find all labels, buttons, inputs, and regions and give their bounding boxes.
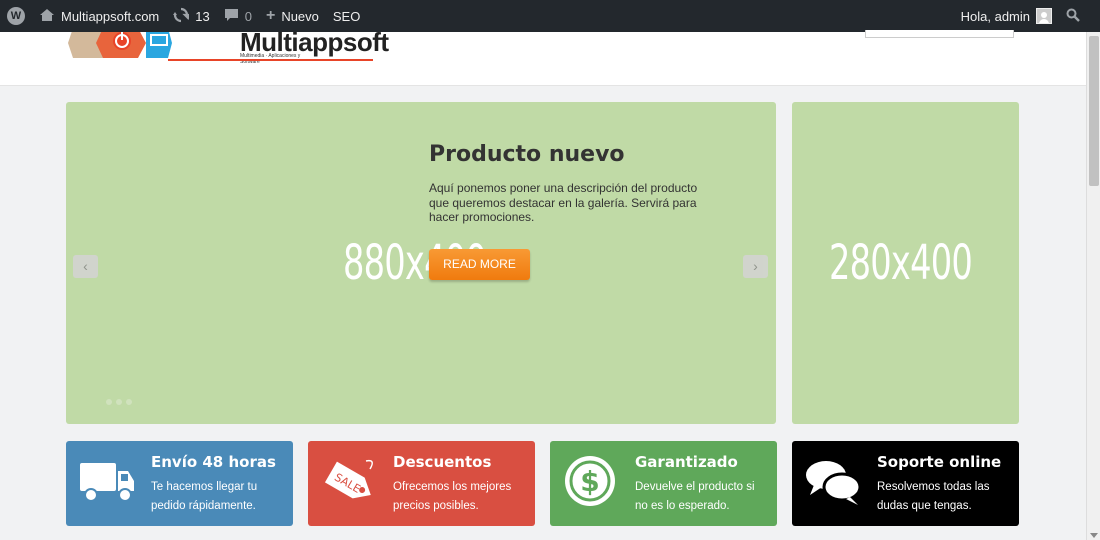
admin-search-button[interactable] <box>1059 0 1100 32</box>
truck-icon <box>78 455 138 511</box>
side-banner[interactable]: 280x400 <box>792 102 1019 424</box>
feature-shipping[interactable]: Envío 48 horas Te hacemos llegar tu pedi… <box>66 441 293 526</box>
slide-title: Producto nuevo <box>429 142 625 167</box>
plus-icon: + <box>265 7 276 24</box>
wordpress-logo-icon <box>7 7 25 25</box>
avatar <box>1036 8 1052 24</box>
feature-text: Te hacemos llegar tu pedido rápidamente. <box>151 481 258 512</box>
seo-label: SEO <box>332 8 361 24</box>
site-name-label: Multiappsoft.com <box>61 8 160 24</box>
updates-count: 13 <box>195 8 210 24</box>
site-logo[interactable]: Multiappsoft Multimedia · Aplicaciones y… <box>68 27 389 65</box>
home-icon <box>39 8 55 25</box>
greeting-label: Hola, admin <box>960 8 1030 24</box>
svg-text:$: $ <box>580 465 599 498</box>
search-icon <box>1066 8 1080 25</box>
site-name-link[interactable]: Multiappsoft.com <box>32 0 166 32</box>
slider-next-button[interactable]: › <box>743 255 768 278</box>
feature-support[interactable]: Soporte online Resolvemos todas las duda… <box>792 441 1019 526</box>
comments-count: 0 <box>244 8 252 24</box>
updates-link[interactable]: 13 <box>166 0 216 32</box>
scrollbar-thumb[interactable] <box>1089 36 1099 186</box>
feature-title: Soporte online <box>877 453 1002 471</box>
feature-title: Garantizado <box>635 453 738 471</box>
feature-guarantee[interactable]: $ Garantizado Devuelve el producto si no… <box>550 441 777 526</box>
banner-placeholder-size: 280x400 <box>829 235 973 291</box>
logo-underline <box>168 59 373 61</box>
slider-dot[interactable] <box>126 399 132 405</box>
logo-hexagons-icon <box>68 32 172 58</box>
read-more-button[interactable]: READ MORE <box>429 249 530 280</box>
site-header: Multiappsoft Multimedia · Aplicaciones y… <box>0 27 1086 86</box>
slider-dot[interactable] <box>106 399 112 405</box>
scroll-down-arrow-icon[interactable] <box>1090 533 1098 538</box>
sale-tag-icon: SALE <box>320 455 380 511</box>
feature-title: Envío 48 horas <box>151 453 276 471</box>
comment-icon <box>224 8 239 25</box>
feature-title: Descuentos <box>393 453 492 471</box>
dollar-icon: $ <box>562 455 622 511</box>
feature-text: Resolvemos todas las dudas que tengas. <box>877 481 990 512</box>
refresh-icon <box>173 7 191 26</box>
slider-dot[interactable] <box>116 399 122 405</box>
page-scrollbar[interactable] <box>1086 32 1100 540</box>
slider-prev-button[interactable]: ‹ <box>73 255 98 278</box>
chat-bubbles-icon <box>804 455 864 511</box>
hero-slider: 880x400 Producto nuevo Aquí ponemos pone… <box>66 102 776 424</box>
header-search-input[interactable] <box>865 30 1014 38</box>
feature-discounts[interactable]: SALE Descuentos Ofrecemos los mejores pr… <box>308 441 535 526</box>
new-label: Nuevo <box>281 8 319 24</box>
slide-description: Aquí ponemos poner una descripción del p… <box>429 181 698 224</box>
feature-text: Ofrecemos los mejores precios posibles. <box>393 481 512 512</box>
feature-text: Devuelve el producto si no es lo esperad… <box>635 481 755 512</box>
wordpress-menu[interactable] <box>0 0 32 32</box>
admin-bar: Multiappsoft.com 13 0 + Nuevo SEO Hola, … <box>0 0 1100 32</box>
slider-pagination <box>106 399 132 405</box>
my-account-link[interactable]: Hola, admin <box>954 0 1059 32</box>
